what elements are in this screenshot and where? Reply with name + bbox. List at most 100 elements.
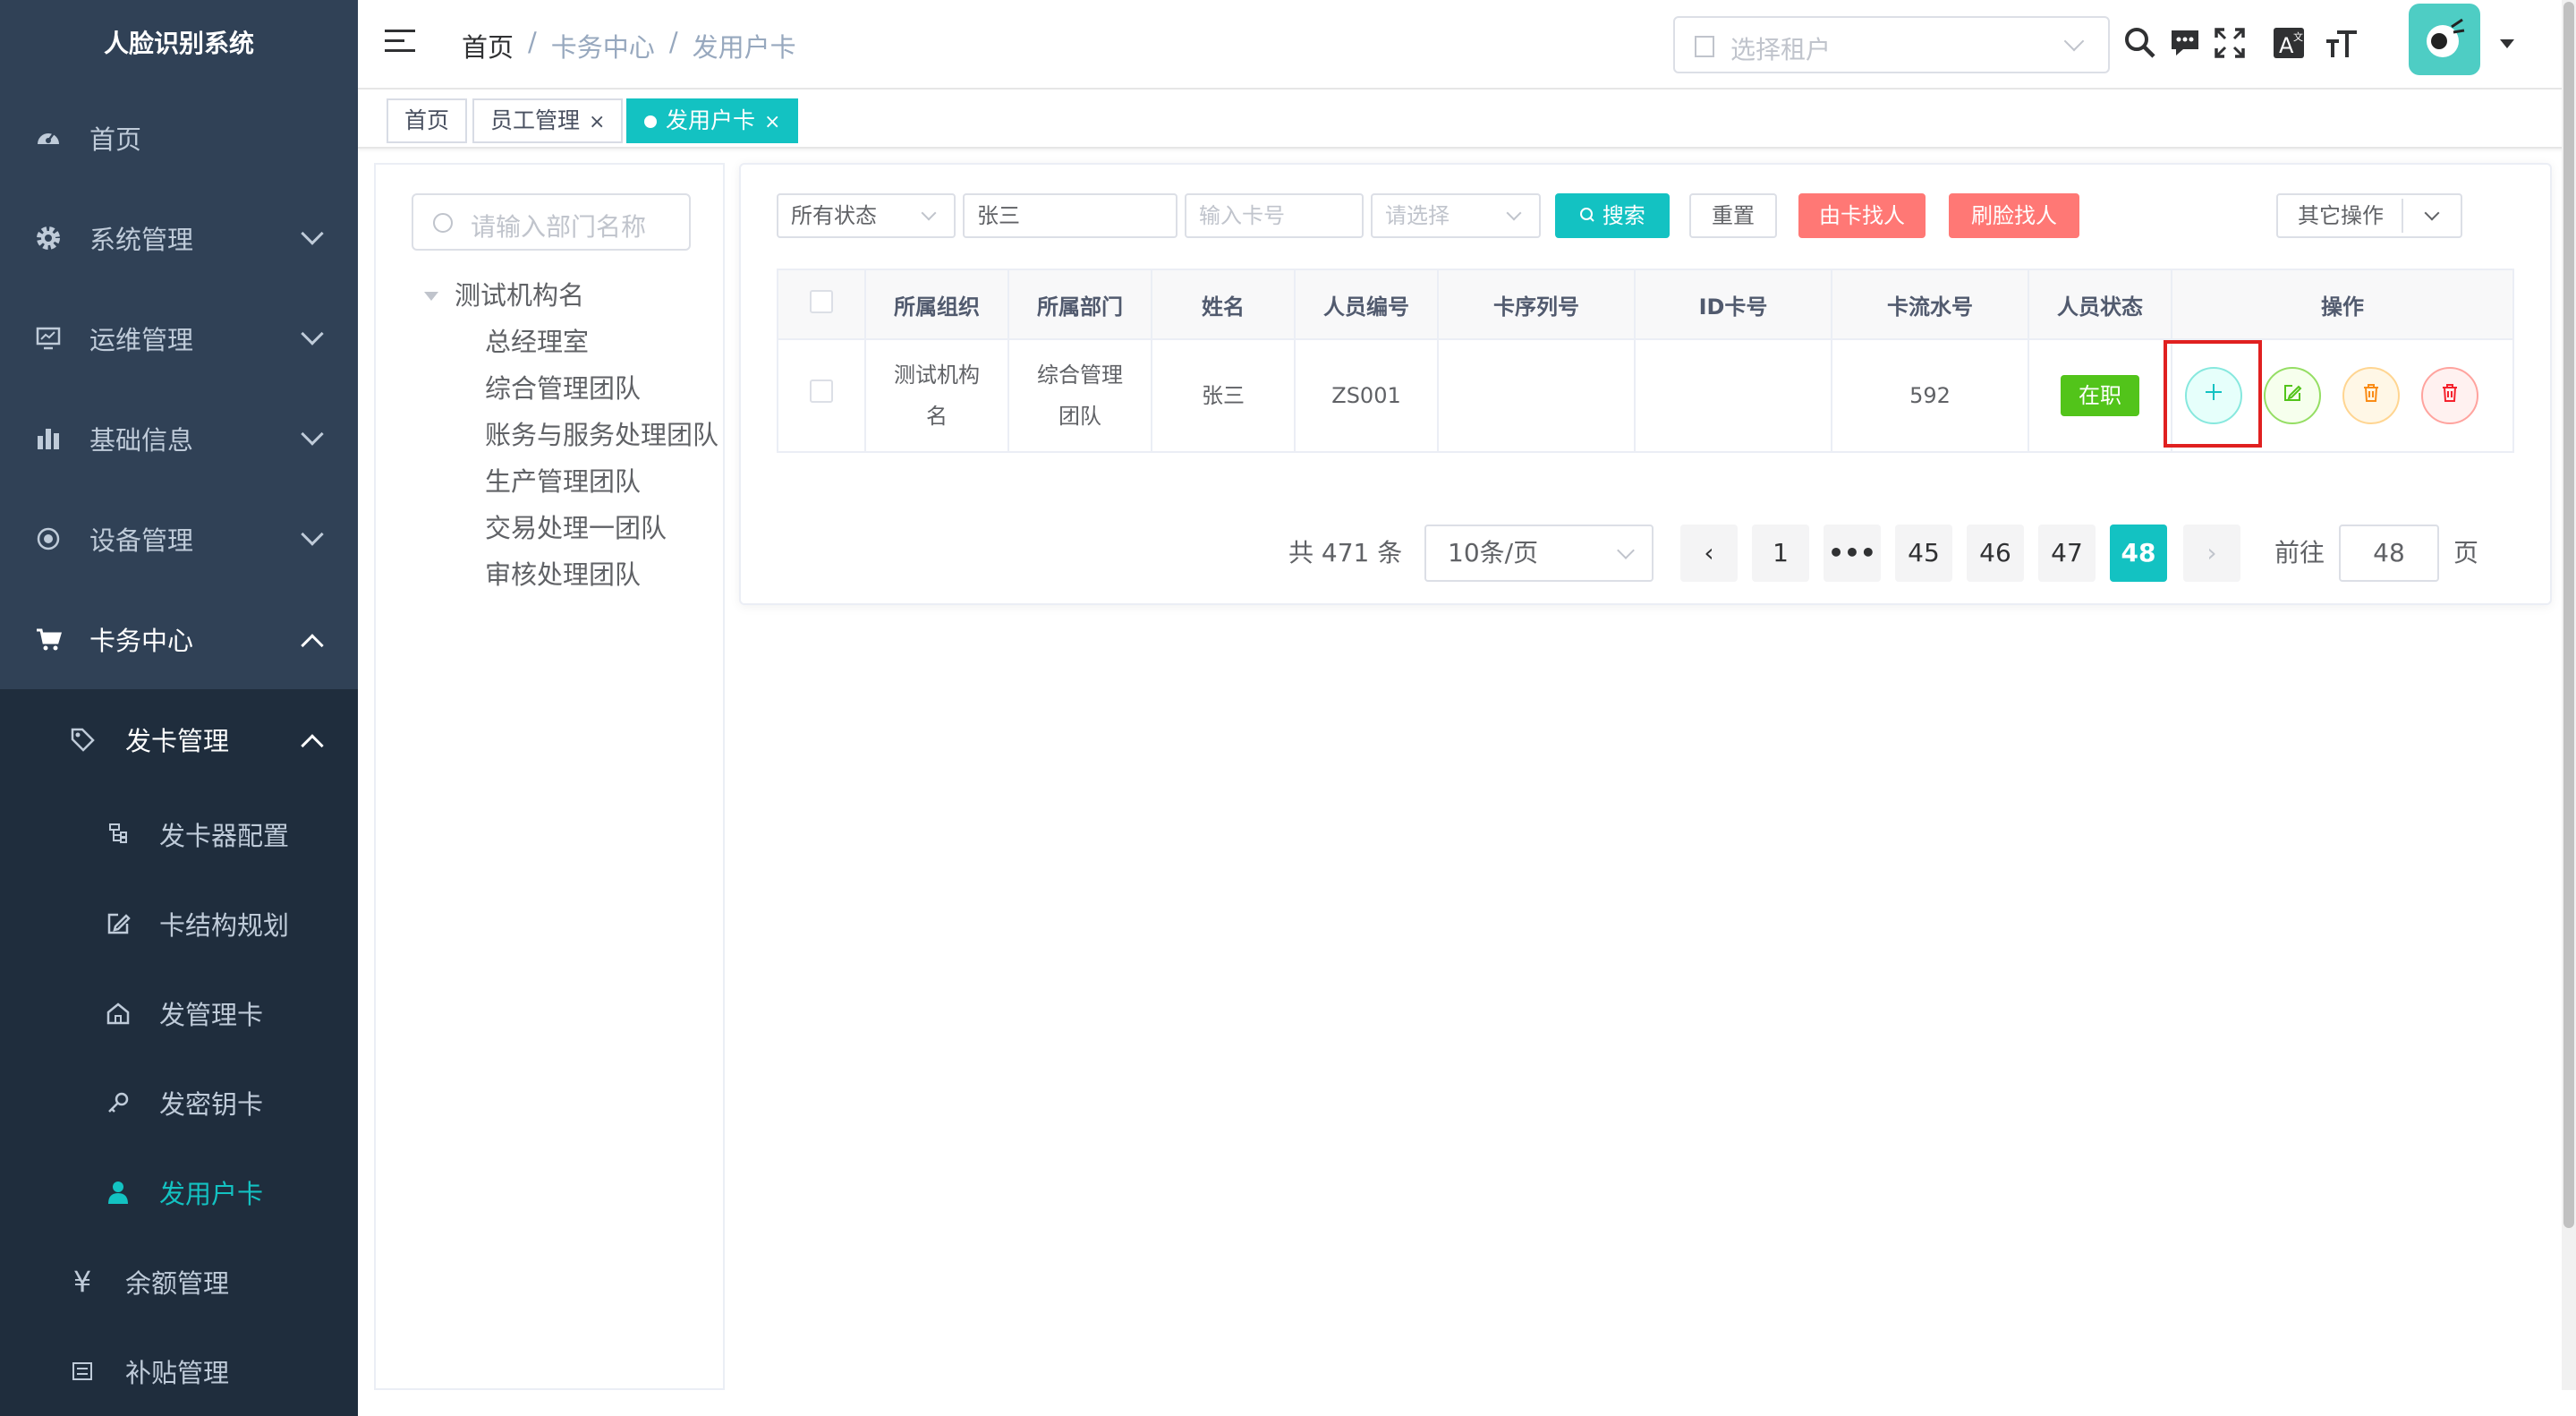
department-tree: 测试机构名 总经理室 综合管理团队 账务与服务处理团队 生产管理团队 交易处理一… [412,272,725,598]
tenant-select[interactable]: 选择租户 [1673,16,2110,73]
sidebar-item-label: 运维管理 [89,325,194,355]
font-size-icon[interactable] [2325,25,2360,61]
sidebar-item-card-reader-config[interactable]: 发卡器配置 [0,789,358,879]
tag-label: 发用户卡 [666,107,756,133]
sidebar-item-label: 首页 [89,124,142,155]
other-operations-button[interactable]: 其它操作 [2276,193,2462,238]
tree-node[interactable]: 生产管理团队 [412,458,725,505]
svg-text:文: 文 [2293,30,2303,43]
bar-chart-icon [34,424,63,453]
translate-icon[interactable]: A文 [2271,25,2307,61]
goto-page-input[interactable]: 48 [2339,525,2439,582]
sidebar-item-basic-info[interactable]: 基础信息 [0,388,358,489]
sidebar-item-card-center[interactable]: 卡务中心 [0,589,358,689]
clear-card-button[interactable] [2342,367,2400,424]
sidebar-item-admin-card[interactable]: 发管理卡 [0,968,358,1058]
message-icon[interactable] [2167,25,2203,61]
page-button[interactable]: 46 [1967,525,2024,582]
option-select[interactable]: 请选择 [1371,193,1541,238]
tree-node[interactable]: 审核处理团队 [412,551,725,598]
close-icon[interactable]: × [589,111,605,133]
scrollbar-thumb[interactable] [2563,2,2574,1228]
search-button[interactable]: 搜索 [1555,193,1670,238]
column-header: ID卡号 [1634,269,1832,340]
page-size-select[interactable]: 10条/页 [1424,525,1654,582]
fullscreen-icon[interactable] [2212,25,2248,61]
column-header: 卡流水号 [1831,269,2029,340]
find-by-card-button[interactable]: 由卡找人 [1798,193,1926,238]
sidebar-item-user-card[interactable]: 发用户卡 [0,1147,358,1237]
column-header: 人员编号 [1294,269,1439,340]
row-checkbox[interactable] [810,380,833,403]
status-select[interactable]: 所有状态 [777,193,956,238]
user-card-panel: 所有状态 张三 输入卡号 请选择 搜索 重置 由卡找人 刷脸找人 其它操作 所属… [739,163,2552,605]
cell-emp-no: ZS001 [1294,338,1439,453]
sidebar-item-subsidy[interactable]: 补贴管理 [0,1326,358,1416]
sidebar-item-card-issue[interactable]: 发卡管理 [0,689,358,789]
tree-node[interactable]: 综合管理团队 [412,365,725,412]
tenant-select-placeholder: 选择租户 [1730,35,1832,64]
department-search-input[interactable]: 请输入部门名称 [412,193,691,251]
breadcrumb: 首页 / 卡务中心 / 发用户卡 [462,27,796,64]
cell-status: 在职 [2028,338,2172,453]
column-header: 姓名 [1151,269,1296,340]
tree-node[interactable]: 账务与服务处理团队 [412,412,725,458]
caret-down-icon[interactable] [2500,39,2514,48]
chevron-down-icon [2424,205,2440,221]
page-ellipsis-button[interactable]: ••• [1824,525,1881,582]
sidebar: 人脸识别系统 首页 系统管理 运维管理 基础信息 设备管理 卡务中心 发卡管理 … [0,0,358,1416]
sidebar-item-system[interactable]: 系统管理 [0,188,358,288]
user-icon [104,1178,132,1207]
tag-employee-management[interactable]: 员工管理 × [472,98,624,143]
tree-node[interactable]: 总经理室 [412,319,725,365]
cell-name: 张三 [1151,338,1296,453]
cart-icon [34,625,63,653]
card-number-input[interactable]: 输入卡号 [1185,193,1364,238]
select-all-checkbox[interactable] [810,290,833,313]
page-scrollbar[interactable] [2562,0,2576,1390]
sidebar-item-balance[interactable]: ¥ 余额管理 [0,1237,358,1326]
sidebar-item-card-structure[interactable]: 卡结构规划 [0,879,358,968]
menu-toggle-icon[interactable] [385,30,415,56]
cell-operations [2164,338,2514,453]
tag-user-card[interactable]: 发用户卡 × [626,98,799,143]
active-dot-icon [644,115,657,128]
page-button[interactable]: 1 [1752,525,1809,582]
table-header-row: 所属组织 所属部门 姓名 人员编号 卡序列号 ID卡号 卡流水号 人员状态 操作 [777,269,2514,340]
prev-page-button[interactable]: ‹ [1680,525,1738,582]
sidebar-item-devices[interactable]: 设备管理 [0,489,358,589]
yen-icon: ¥ [72,1265,92,1299]
chevron-down-icon [1506,205,1522,221]
add-card-button[interactable] [2185,367,2242,424]
sidebar-item-home[interactable]: 首页 [0,88,358,188]
chevron-up-icon [301,734,324,757]
other-operations-label: 其它操作 [2298,203,2384,228]
name-input[interactable]: 张三 [963,193,1177,238]
next-page-button[interactable]: › [2183,525,2240,582]
list-icon [68,1357,97,1386]
edit-button[interactable] [2264,367,2321,424]
top-navbar: 首页 / 卡务中心 / 发用户卡 选择租户 A文 [358,0,2576,90]
sidebar-item-label: 卡结构规划 [159,910,290,941]
page-button-current[interactable]: 48 [2110,525,2167,582]
status-badge: 在职 [2061,375,2139,416]
tree-node-root[interactable]: 测试机构名 [412,272,725,319]
tree-node[interactable]: 交易处理一团队 [412,505,725,551]
sidebar-item-label: 发用户卡 [159,1179,264,1209]
option-select-placeholder: 请选择 [1385,203,1450,228]
close-icon[interactable]: × [764,111,780,133]
tag-home[interactable]: 首页 [387,98,468,143]
reset-button[interactable]: 重置 [1689,193,1777,238]
page-button[interactable]: 47 [2038,525,2096,582]
search-icon[interactable] [2122,25,2158,61]
page-size-value: 10条/页 [1448,538,1539,567]
sidebar-item-key-card[interactable]: 发密钥卡 [0,1058,358,1147]
avatar[interactable] [2409,4,2480,75]
find-by-face-button[interactable]: 刷脸找人 [1949,193,2079,238]
page-button[interactable]: 45 [1895,525,1952,582]
chevron-up-icon [301,634,324,657]
caret-down-icon[interactable] [424,292,438,301]
breadcrumb-item-home[interactable]: 首页 [462,27,514,64]
sidebar-item-ops[interactable]: 运维管理 [0,288,358,388]
delete-button[interactable] [2421,367,2478,424]
